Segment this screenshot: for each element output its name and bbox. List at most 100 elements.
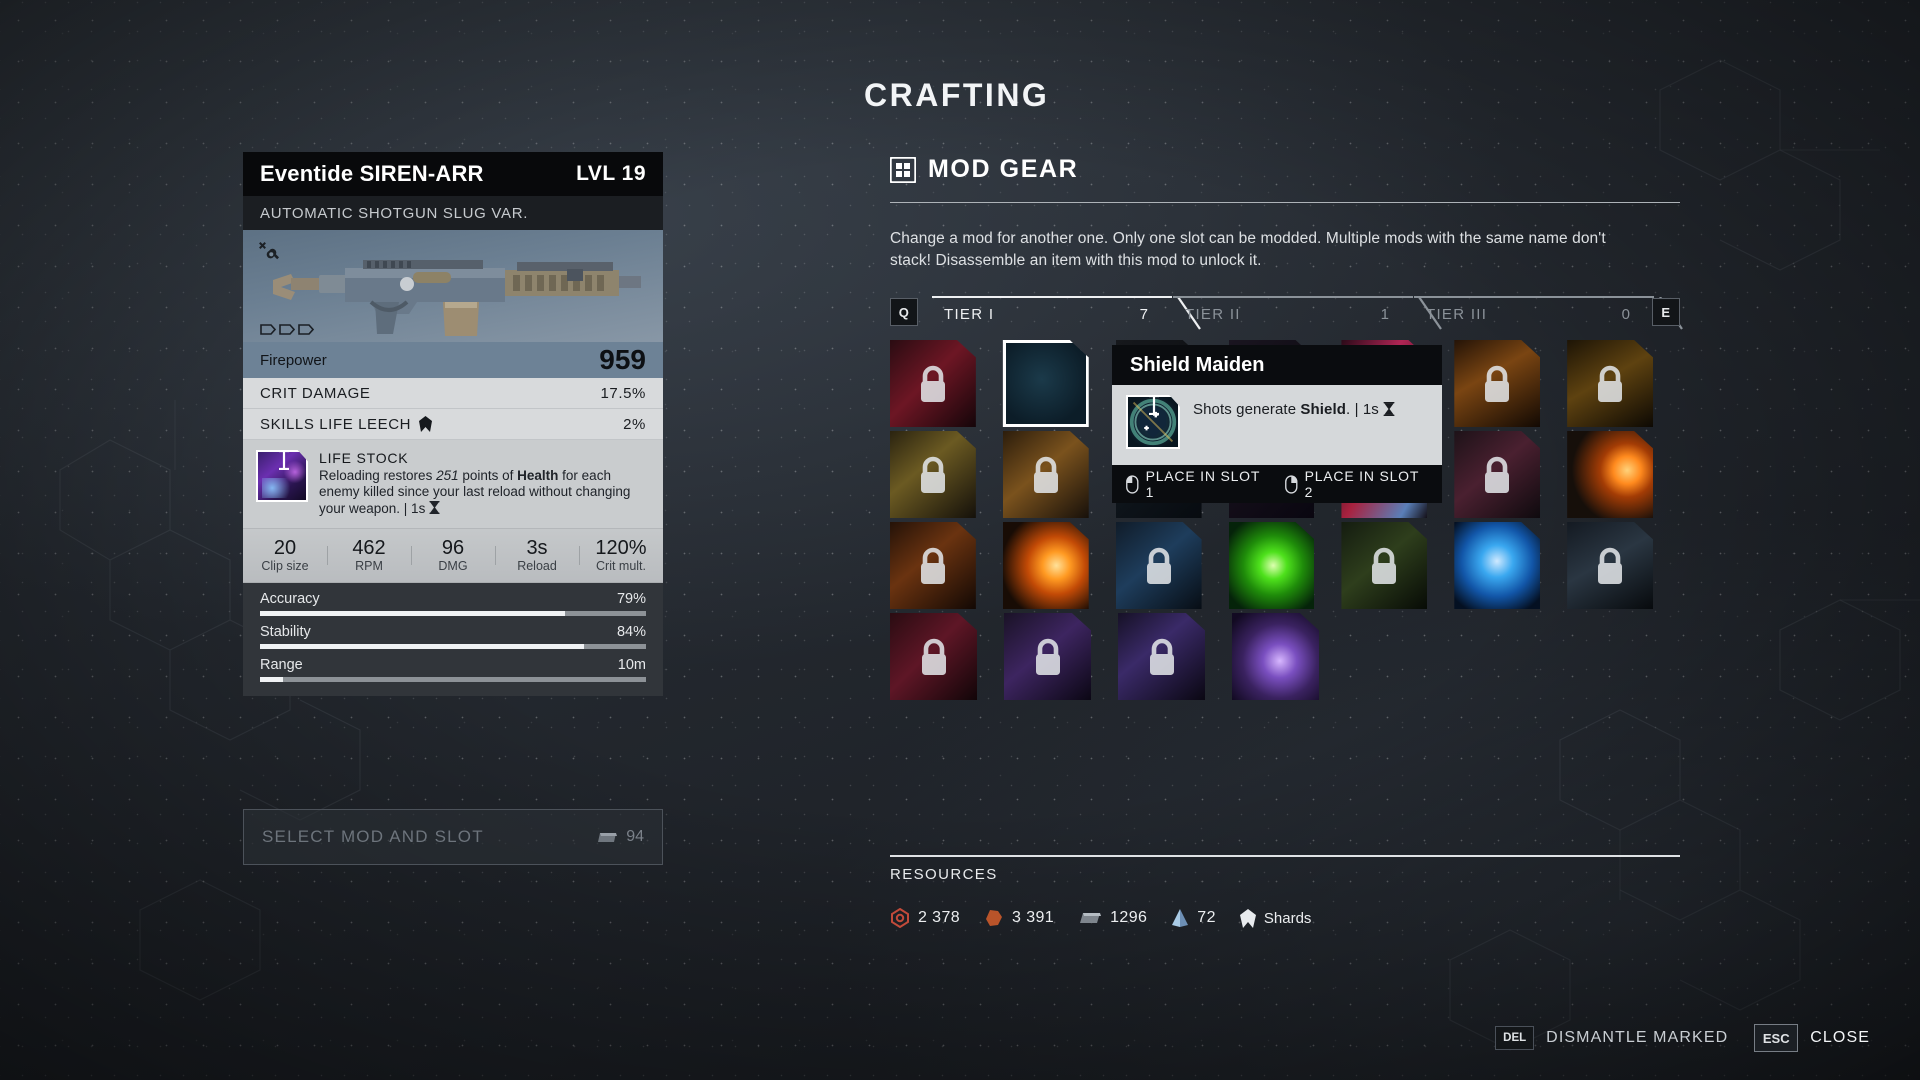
num-value: 96 <box>441 537 465 560</box>
resource-crystal: 72 <box>1171 908 1216 928</box>
mod-grid-row <box>890 522 1680 613</box>
num-value: 462 <box>352 537 386 560</box>
ingot-icon <box>598 832 618 842</box>
key-del[interactable]: DEL <box>1495 1026 1535 1050</box>
firepower-row: Firepower 959 <box>243 342 663 378</box>
mod-cell-dusty-gold[interactable] <box>890 431 976 518</box>
crystal-icon <box>1172 909 1189 927</box>
stat-row-crit-damage: CRIT DAMAGE 17.5% <box>243 378 663 409</box>
weapon-card: Eventide SIREN-ARR LVL 19 AUTOMATIC SHOT… <box>243 152 663 697</box>
tab-tier-ii[interactable]: TIER II 1 <box>1173 296 1442 330</box>
shard-icon <box>419 416 433 432</box>
tier-next-key[interactable]: E <box>1652 298 1680 326</box>
resource-scrap: 2 378 <box>890 908 960 928</box>
num-stat-reload: 3s Reload <box>495 538 579 573</box>
num-stat-crit-mult: 120% Crit mult. <box>579 538 663 573</box>
mod-cell-red-haze[interactable] <box>890 613 977 700</box>
tab-tier-i[interactable]: TIER I 7 <box>932 296 1201 330</box>
dismantle-marked-label[interactable]: DISMANTLE MARKED <box>1546 1029 1728 1047</box>
mod-cell-amber-corridor[interactable] <box>1454 340 1541 427</box>
tier-prev-key[interactable]: Q <box>890 298 918 326</box>
footer-actions: DEL DISMANTLE MARKED ESC CLOSE <box>1495 1024 1884 1052</box>
stat-row-skills-life-leech: SKILLS LIFE LEECH 2% <box>243 409 663 440</box>
tier-tab-bar: Q TIER I 7 TIER II 1 TIER III 0 E <box>890 296 1683 330</box>
bar-row-stability: Stability 84% <box>260 624 646 650</box>
mod-cell-warm-brown[interactable] <box>1002 431 1089 518</box>
resource-shard: Shards <box>1239 908 1311 928</box>
lock-icon <box>1598 547 1623 584</box>
hourglass-icon <box>1383 401 1395 417</box>
num-label: Clip size <box>261 559 309 574</box>
mod-cell-fire-blast[interactable] <box>1002 522 1089 609</box>
select-mod-label: SELECT MOD AND SLOT <box>262 827 484 846</box>
weapon-number-stats: 20 Clip size 462 RPM 96 DMG 3s Reload 12… <box>243 529 663 584</box>
place-in-slot-1-action[interactable]: PLACE IN SLOT 1 <box>1126 468 1269 500</box>
mod-cell-amber-arrows[interactable] <box>1567 340 1654 427</box>
mod-title: LIFE STOCK <box>319 450 409 466</box>
shard-icon <box>1239 908 1256 928</box>
mod-tooltip: Shield Maiden Shots generate Shield. | 1… <box>1112 345 1442 503</box>
lock-icon <box>1485 365 1510 402</box>
tooltip-title: Shield Maiden <box>1112 345 1442 385</box>
bar-track <box>260 644 646 650</box>
weapon-name: Eventide SIREN-ARR <box>260 161 484 186</box>
mod-cell-night-slope[interactable] <box>1567 522 1654 609</box>
tooltip-actions: PLACE IN SLOT 1 PLACE IN SLOT 2 <box>1112 465 1442 503</box>
mod-cell-purple-beam[interactable] <box>1118 613 1205 700</box>
weapon-level: LVL 19 <box>576 162 646 185</box>
ingot-icon <box>1080 913 1102 923</box>
ammo-pips <box>243 316 663 342</box>
resource-leather: 3 391 <box>984 908 1054 928</box>
resource-ingot: 1296 <box>1078 909 1147 927</box>
grid-icon <box>890 156 916 183</box>
mod-cell-fire-comet[interactable] <box>1567 431 1654 518</box>
key-esc[interactable]: ESC <box>1754 1024 1799 1052</box>
place-in-slot-2-action[interactable]: PLACE IN SLOT 2 <box>1285 468 1428 500</box>
lock-icon <box>1598 365 1623 402</box>
mod-cell-blue-steel[interactable] <box>1115 522 1202 609</box>
page-title: CRAFTING <box>864 77 1050 113</box>
mod-cell-crowd-dark[interactable] <box>1454 431 1541 518</box>
tooltip-desc-prefix: Shots generate <box>1193 401 1301 418</box>
shell-pip-icon <box>279 323 295 335</box>
tooltip-desc-keyword: Shield <box>1300 401 1347 418</box>
mod-cell-shield-maiden[interactable] <box>1002 340 1089 427</box>
equipped-mod-block: LIFE STOCK Reloading restores 251 points… <box>243 440 663 530</box>
mod-cell-violet-crowd[interactable] <box>1004 613 1091 700</box>
lock-icon <box>920 456 945 493</box>
mod-cell-ember-dark[interactable] <box>890 522 976 609</box>
num-label: DMG <box>438 559 468 574</box>
bar-row-range: Range 10m <box>260 657 646 683</box>
select-mod-and-slot-button[interactable]: SELECT MOD AND SLOT 94 <box>243 809 663 865</box>
place-slot-1-label: PLACE IN SLOT 1 <box>1145 468 1260 500</box>
lock-icon <box>1146 547 1171 584</box>
divider <box>890 855 1680 857</box>
firepower-label: Firepower <box>260 351 327 369</box>
resources-row: 2 378 3 391 1296 72 Shards <box>890 908 1325 928</box>
bar-label: Stability <box>260 624 311 641</box>
bar-value: 79% <box>616 591 646 608</box>
mouse-right-icon <box>1285 474 1298 494</box>
bar-track <box>260 611 646 617</box>
mod-cell-hero-blade[interactable] <box>1232 613 1319 700</box>
mod-description: Reloading restores 251 points of Health … <box>319 468 650 517</box>
shell-pip-icon <box>260 323 276 335</box>
lock-icon <box>921 638 946 675</box>
mod-cell-green-burst[interactable] <box>1228 522 1315 609</box>
lock-icon <box>1033 456 1058 493</box>
close-label[interactable]: CLOSE <box>1810 1029 1870 1047</box>
weapon-subtitle: AUTOMATIC SHOTGUN SLUG VAR. <box>243 196 663 230</box>
bar-value: 10m <box>617 657 646 674</box>
tier-count: 0 <box>1621 306 1630 323</box>
lock-icon <box>920 547 945 584</box>
shell-pip-icon <box>298 323 314 335</box>
bar-label: Accuracy <box>260 591 320 608</box>
weapon-preview <box>243 230 663 342</box>
mod-desc-value: 251 <box>436 468 459 483</box>
mod-cell-blue-dome[interactable] <box>1454 522 1541 609</box>
tab-tier-iii[interactable]: TIER III 0 <box>1414 296 1683 330</box>
tooltip-body: Shots generate Shield. | 1s <box>1112 385 1442 465</box>
mod-cell-crimson-wing[interactable] <box>890 340 976 427</box>
mod-cell-olive-dark[interactable] <box>1341 522 1428 609</box>
stat-label: SKILLS LIFE LEECH <box>260 415 412 433</box>
